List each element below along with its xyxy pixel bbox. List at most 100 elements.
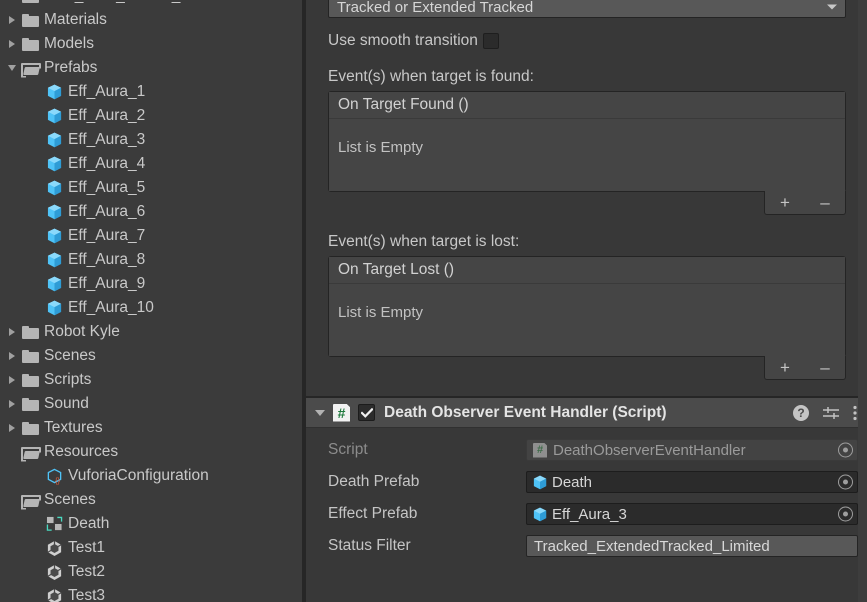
project-tree-item[interactable]: Eff_Aura_5 (0, 176, 302, 200)
project-tree-item[interactable]: Eff_Aura_9 (0, 272, 302, 296)
cs-script-icon: # (333, 403, 350, 422)
chevron-right-icon[interactable] (4, 320, 20, 344)
project-tree-item-label: Scenes (44, 347, 96, 364)
project-tree-item[interactable]: Models (0, 32, 302, 56)
project-tree-item[interactable]: Sound (0, 392, 302, 416)
project-tree-item-label: Textures (44, 419, 103, 436)
project-tree-item[interactable]: RTK_Aura_Effects_Volume1 (0, 0, 302, 8)
status-filter-value-field[interactable]: Tracked_ExtendedTracked_Limited (526, 535, 858, 557)
project-tree-item-label: Eff_Aura_2 (68, 107, 146, 124)
folder-closed-icon (20, 370, 40, 390)
prefab-cube-icon (44, 154, 64, 174)
project-tree-item-label: RTK_Aura_Effects_Volume1 (43, 0, 241, 8)
death-observer-component-header[interactable]: # Death Observer Event Handler (Script) … (306, 398, 867, 428)
project-tree-item[interactable]: Test3 (0, 584, 302, 602)
chevron-down-icon[interactable] (4, 56, 20, 80)
folder-closed-icon (20, 10, 40, 30)
on-found-add-button[interactable]: + (768, 192, 802, 214)
inspector-field-label: Death Prefab (328, 473, 420, 490)
project-tree-item-label: Prefabs (44, 59, 98, 76)
chevron-right-icon[interactable] (4, 8, 20, 32)
inspector-panel: Tracked or Extended Tracked Use smooth t… (306, 0, 867, 602)
project-tree-item-label: Eff_Aura_8 (68, 251, 146, 268)
svg-text:{}: {} (54, 476, 60, 485)
help-icon[interactable]: ? (793, 404, 809, 421)
project-tree-item[interactable]: Scenes (0, 344, 302, 368)
more-options-kebab-icon[interactable] (853, 405, 857, 421)
use-smooth-transition-row[interactable]: Use smooth transition (328, 32, 855, 50)
project-tree[interactable]: RTK_Aura_Effects_Volume1 Materials Models P… (0, 0, 302, 602)
chevron-right-icon[interactable] (4, 416, 20, 440)
inspector-field-label: Script (328, 441, 368, 458)
object-picker-icon[interactable] (838, 442, 853, 458)
project-tree-item[interactable]: Robot Kyle (0, 320, 302, 344)
project-tree-item[interactable]: Test2 (0, 560, 302, 584)
project-tree-item-label: Test2 (68, 563, 106, 580)
object-picker-icon[interactable] (838, 474, 853, 490)
status-filter-dropdown[interactable]: Tracked or Extended Tracked (328, 0, 846, 18)
project-tree-item[interactable]: Eff_Aura_6 (0, 200, 302, 224)
project-tree-item[interactable]: Textures (0, 416, 302, 440)
folder-open-icon (20, 442, 40, 462)
on-target-lost-empty-text: List is Empty (329, 284, 845, 356)
project-tree-item-label: Eff_Aura_4 (68, 155, 146, 172)
preset-settings-icon[interactable] (823, 406, 839, 420)
component-enabled-checkbox[interactable] (358, 404, 375, 421)
on-found-remove-button[interactable]: – (808, 192, 842, 214)
project-tree-item[interactable]: Prefabs (0, 56, 302, 80)
project-tree-item[interactable]: Death (0, 512, 302, 536)
project-tree-item[interactable]: Scenes (0, 488, 302, 512)
prefab-variant-icon (44, 514, 64, 534)
inspector-object-field[interactable]: Death (526, 471, 858, 493)
inspector-object-field[interactable]: Eff_Aura_3 (526, 503, 858, 525)
inspector-object-field[interactable]: # DeathObserverEventHandler (526, 439, 858, 461)
project-panel[interactable]: RTK_Aura_Effects_Volume1 Materials Models P… (0, 0, 302, 602)
on-lost-remove-button[interactable]: – (808, 357, 842, 379)
inspector-object-field-value: Eff_Aura_3 (552, 505, 627, 523)
folder-closed-icon (20, 0, 40, 6)
project-tree-item[interactable]: Scripts (0, 368, 302, 392)
folder-closed-icon (20, 34, 40, 54)
project-tree-item[interactable]: Eff_Aura_7 (0, 224, 302, 248)
project-tree-item[interactable]: Eff_Aura_2 (0, 104, 302, 128)
prefab-cube-icon (44, 178, 64, 198)
project-tree-item-label: Robot Kyle (44, 323, 120, 340)
project-tree-item[interactable]: {} VuforiaConfiguration (0, 464, 302, 488)
project-tree-item-label: Eff_Aura_1 (68, 83, 146, 100)
project-tree-item[interactable]: Eff_Aura_4 (0, 152, 302, 176)
chevron-right-icon[interactable] (4, 368, 20, 392)
inspector-field-label: Effect Prefab (328, 505, 418, 522)
inspector-field-row: Effect Prefab Eff_Aura_3 (306, 498, 867, 530)
chevron-right-icon[interactable] (4, 392, 20, 416)
project-tree-item[interactable]: Materials (0, 8, 302, 32)
project-tree-item[interactable]: Eff_Aura_10 (0, 296, 302, 320)
unity-editor-window: RTK_Aura_Effects_Volume1 Materials Models P… (0, 0, 867, 602)
project-tree-item-label: Eff_Aura_6 (68, 203, 146, 220)
chevron-right-icon[interactable] (4, 32, 20, 56)
on-found-section-label: Event(s) when target is found: (328, 68, 534, 85)
chevron-down-icon[interactable] (315, 409, 325, 416)
project-tree-item[interactable]: Test1 (0, 536, 302, 560)
project-tree-item-label: Eff_Aura_3 (68, 131, 146, 148)
chevron-right-icon[interactable] (4, 344, 20, 368)
project-tree-item[interactable]: Eff_Aura_1 (0, 80, 302, 104)
project-tree-item[interactable]: Resources (0, 440, 302, 464)
unity-scene-icon (44, 562, 64, 582)
on-target-found-event-box[interactable]: On Target Found () List is Empty (328, 91, 846, 192)
project-tree-item[interactable]: Eff_Aura_3 (0, 128, 302, 152)
on-lost-add-button[interactable]: + (768, 357, 802, 379)
object-picker-icon[interactable] (838, 506, 853, 522)
prefab-cube-icon (44, 298, 64, 318)
on-target-lost-event-box[interactable]: On Target Lost () List is Empty (328, 256, 846, 357)
project-tree-item-label: Test3 (68, 587, 106, 602)
project-tree-item[interactable]: Eff_Aura_8 (0, 248, 302, 272)
use-smooth-transition-checkbox[interactable] (482, 33, 499, 49)
